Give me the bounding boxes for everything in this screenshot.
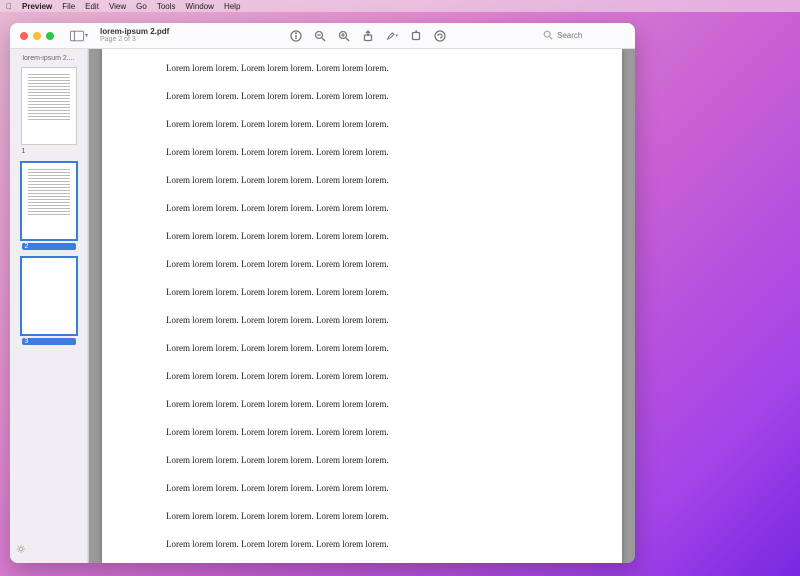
- share-icon[interactable]: [362, 30, 374, 42]
- rotate-icon[interactable]: [410, 30, 422, 42]
- page-line: Lorem lorem lorem. Lorem lorem lorem. Lo…: [166, 203, 558, 213]
- page-line: Lorem lorem lorem. Lorem lorem lorem. Lo…: [166, 539, 558, 549]
- page-line: Lorem lorem lorem. Lorem lorem lorem. Lo…: [166, 63, 558, 73]
- page-line: Lorem lorem lorem. Lorem lorem lorem. Lo…: [166, 343, 558, 353]
- menubar-item-tools[interactable]: Tools: [157, 2, 176, 11]
- page-line: Lorem lorem lorem. Lorem lorem lorem. Lo…: [166, 147, 558, 157]
- window-titlebar: ▾ lorem-ipsum 2.pdf Page 2 of 3 ▾: [10, 23, 635, 49]
- page-line: Lorem lorem lorem. Lorem lorem lorem. Lo…: [166, 483, 558, 493]
- system-menubar:  Preview File Edit View Go Tools Window…: [0, 0, 800, 12]
- document-filename: lorem-ipsum 2.pdf: [100, 28, 169, 36]
- document-page: Lorem lorem lorem. Lorem lorem lorem. Lo…: [102, 49, 622, 563]
- apple-menu-icon[interactable]: : [6, 2, 12, 11]
- chevron-down-icon: ▾: [395, 33, 398, 39]
- sidebar-filename-label: lorem-ipsum 2....: [10, 55, 87, 62]
- minimize-window-button[interactable]: [33, 32, 41, 40]
- search-input[interactable]: [557, 31, 627, 40]
- info-icon[interactable]: [290, 30, 302, 42]
- page-line: Lorem lorem lorem. Lorem lorem lorem. Lo…: [166, 231, 558, 241]
- page-line: Lorem lorem lorem. Lorem lorem lorem. Lo…: [166, 371, 558, 381]
- thumbnail-page-number: 1: [22, 148, 76, 155]
- thumbnail-page-2[interactable]: [22, 163, 76, 239]
- sidebar-toggle-button[interactable]: ▾: [68, 28, 90, 44]
- markup-icon[interactable]: [434, 30, 446, 42]
- menubar-item-help[interactable]: Help: [224, 2, 240, 11]
- thumbnail-page-number: 3: [22, 338, 76, 345]
- thumbnail-sidebar: lorem-ipsum 2.... 1 2 3: [10, 49, 88, 563]
- close-window-button[interactable]: [20, 32, 28, 40]
- document-page-status: Page 2 of 3: [100, 36, 169, 43]
- chevron-down-icon: ▾: [85, 32, 88, 39]
- menubar-item-edit[interactable]: Edit: [85, 2, 99, 11]
- zoom-in-icon[interactable]: [338, 30, 350, 42]
- page-line: Lorem lorem lorem. Lorem lorem lorem. Lo…: [166, 427, 558, 437]
- page-line: Lorem lorem lorem. Lorem lorem lorem. Lo…: [166, 399, 558, 409]
- document-title-block: lorem-ipsum 2.pdf Page 2 of 3: [100, 28, 169, 43]
- page-line: Lorem lorem lorem. Lorem lorem lorem. Lo…: [166, 511, 558, 521]
- page-line: Lorem lorem lorem. Lorem lorem lorem. Lo…: [166, 91, 558, 101]
- window-body: lorem-ipsum 2.... 1 2 3 Lorem lorem lorem.…: [10, 49, 635, 563]
- page-line: Lorem lorem lorem. Lorem lorem lorem. Lo…: [166, 175, 558, 185]
- sidebar-settings-icon[interactable]: [16, 541, 26, 559]
- preview-window: ▾ lorem-ipsum 2.pdf Page 2 of 3 ▾ lorem-…: [10, 23, 635, 563]
- search-field[interactable]: [543, 30, 627, 42]
- thumbnail-page-number: 2: [22, 243, 76, 250]
- toolbar: ▾: [290, 30, 446, 42]
- menubar-item-view[interactable]: View: [109, 2, 126, 11]
- menubar-item-window[interactable]: Window: [186, 2, 214, 11]
- search-icon: [543, 30, 553, 42]
- page-line: Lorem lorem lorem. Lorem lorem lorem. Lo…: [166, 119, 558, 129]
- highlight-icon[interactable]: ▾: [386, 30, 398, 42]
- thumbnail-page-1[interactable]: [22, 68, 76, 144]
- page-line: Lorem lorem lorem. Lorem lorem lorem. Lo…: [166, 315, 558, 325]
- page-viewport[interactable]: Lorem lorem lorem. Lorem lorem lorem. Lo…: [88, 49, 635, 563]
- page-line: Lorem lorem lorem. Lorem lorem lorem. Lo…: [166, 259, 558, 269]
- thumbnail-page-3[interactable]: [22, 258, 76, 334]
- page-line: Lorem lorem lorem. Lorem lorem lorem. Lo…: [166, 287, 558, 297]
- menubar-item-file[interactable]: File: [62, 2, 75, 11]
- zoom-out-icon[interactable]: [314, 30, 326, 42]
- menubar-item-go[interactable]: Go: [136, 2, 147, 11]
- page-line: Lorem lorem lorem. Lorem lorem lorem. Lo…: [166, 455, 558, 465]
- menubar-app-name[interactable]: Preview: [22, 2, 52, 11]
- zoom-window-button[interactable]: [46, 32, 54, 40]
- window-controls: [10, 32, 54, 40]
